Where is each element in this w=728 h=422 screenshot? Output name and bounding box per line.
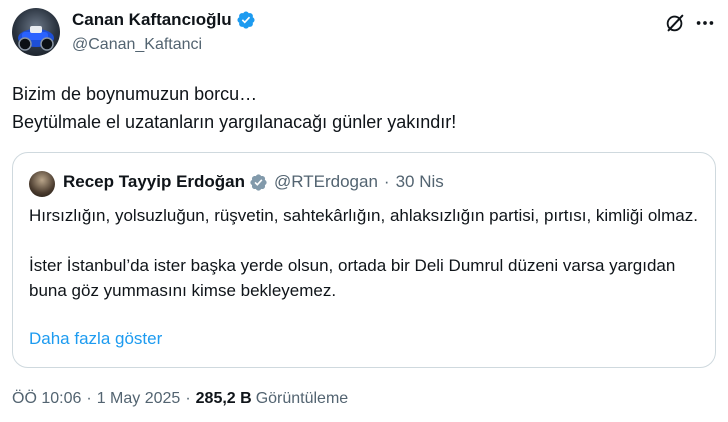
tweet-metadata: ÖÖ 10:06 · 1 May 2025 · 285,2 B Görüntül… (12, 390, 348, 408)
tweet-time[interactable]: ÖÖ 10:06 (12, 390, 81, 408)
quote-paragraph: İster İstanbul’da ister başka yerde olsu… (29, 256, 676, 300)
views-label: Görüntüleme (255, 390, 349, 407)
views-count: 285,2 B (195, 390, 252, 407)
tweet-line: Bizim de boynumuzun borcu… (12, 84, 258, 104)
grok-icon[interactable] (664, 12, 686, 34)
tweet-text: Bizim de boynumuzun borcu… Beytülmale el… (12, 80, 712, 136)
quote-author-avatar[interactable] (29, 171, 55, 197)
meta-separator: · (185, 390, 191, 407)
quote-author-name[interactable]: Recep Tayyip Erdoğan (63, 172, 245, 192)
meta-separator: · (86, 390, 92, 407)
quote-date[interactable]: 30 Nis (396, 172, 444, 192)
tweet-line: Beytülmale el uzatanların yargılanacağı … (12, 112, 457, 132)
author-handle[interactable]: @Canan_Kaftanci (72, 36, 202, 54)
quote-author-handle: @RTErdogan (274, 172, 378, 191)
quote-header: Recep Tayyip Erdoğan @RTErdogan · 30 Nis (63, 172, 444, 192)
verified-badge-icon (250, 173, 267, 191)
show-more-link[interactable]: Daha fazla göster (29, 329, 162, 349)
quote-separator: · (383, 172, 390, 191)
author-avatar[interactable] (12, 8, 60, 56)
tweet-date[interactable]: 1 May 2025 (97, 390, 181, 408)
quote-paragraph: Hırsızlığın, yolsuzluğun, rüşvetin, saht… (29, 206, 698, 225)
author-name-row: Canan Kaftancıoğlu (72, 10, 256, 30)
more-icon[interactable] (694, 12, 716, 34)
quote-text: Hırsızlığın, yolsuzluğun, rüşvetin, saht… (29, 203, 699, 303)
verified-badge-icon[interactable] (236, 10, 256, 30)
author-name[interactable]: Canan Kaftancıoğlu (72, 10, 232, 30)
motorcycle-photo (18, 26, 54, 51)
quoted-tweet-card[interactable]: Recep Tayyip Erdoğan @RTErdogan · 30 Nis… (12, 152, 716, 368)
